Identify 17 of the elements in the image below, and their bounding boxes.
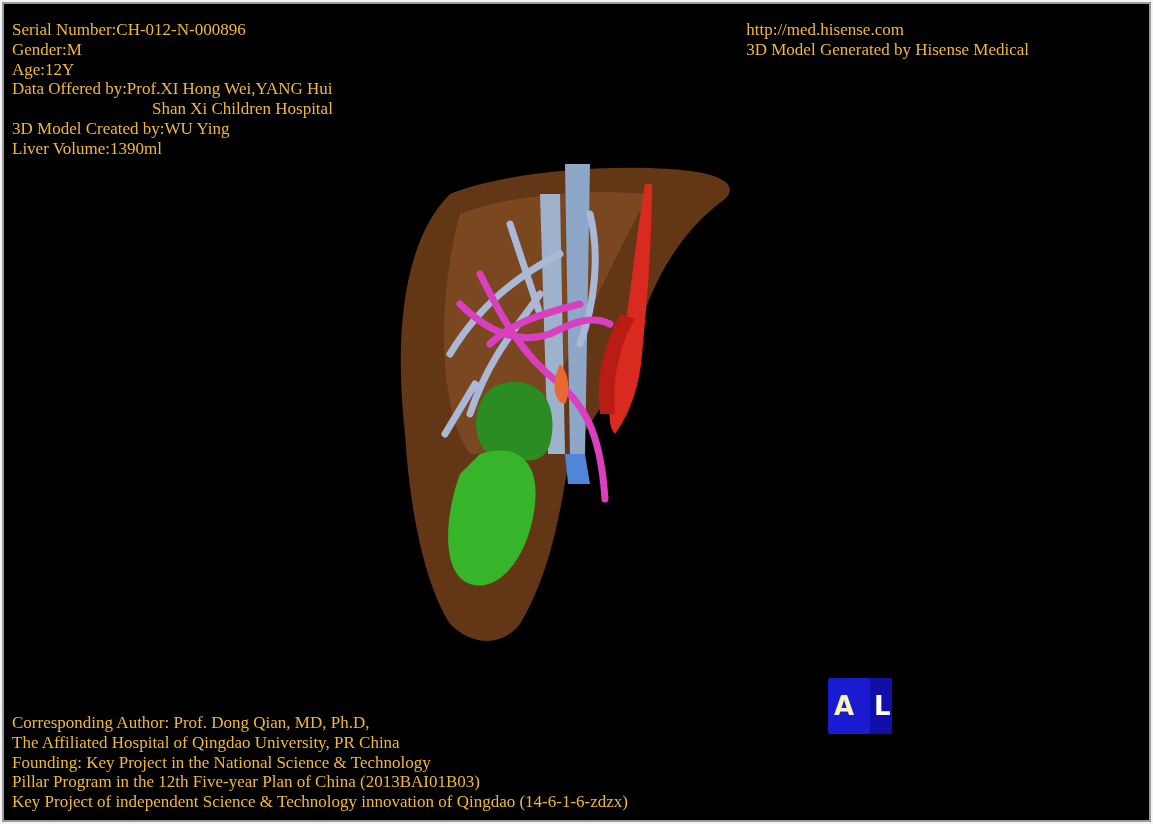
info-text: Gender:M: [12, 39, 83, 60]
credit-text: Founding: Key Project in the National Science & Technology: [12, 752, 432, 773]
credit-text: Pillar Program in the 12th Five-year Plan of China (2013BAI01B03): [12, 772, 481, 793]
credit-text: The Affiliated Hospital of Qingdao University, PR China: [12, 732, 401, 753]
credit-text: Corresponding Author: Prof. Dong Qian, MD, Ph.D,: [12, 713, 371, 733]
cube-face-label: A: [834, 691, 855, 721]
info-text: Shan Xi Children Hospital: [151, 99, 333, 119]
info-text: Serial Number:CH-012-N-000896: [12, 20, 247, 40]
info-text: Age:12Y: [12, 59, 76, 80]
info-text: 3D Model Created by:WU Ying: [12, 119, 231, 139]
vendor-text: 3D Model Generated by Hisense Medical: [746, 39, 1029, 60]
cube-face-label: L: [874, 691, 891, 721]
orientation-cube[interactable]: A L: [828, 678, 892, 734]
vendor-text: http://med.hisense.com: [746, 20, 905, 40]
info-text: Liver Volume:1390ml: [12, 138, 163, 159]
info-text: Data Offered by:Prof.XI Hong Wei,YANG Hui: [12, 79, 333, 100]
credit-text: Key Project of independent Science & Technology innovation of Qingdao (14-6-1-6-zdzx): [12, 792, 628, 812]
